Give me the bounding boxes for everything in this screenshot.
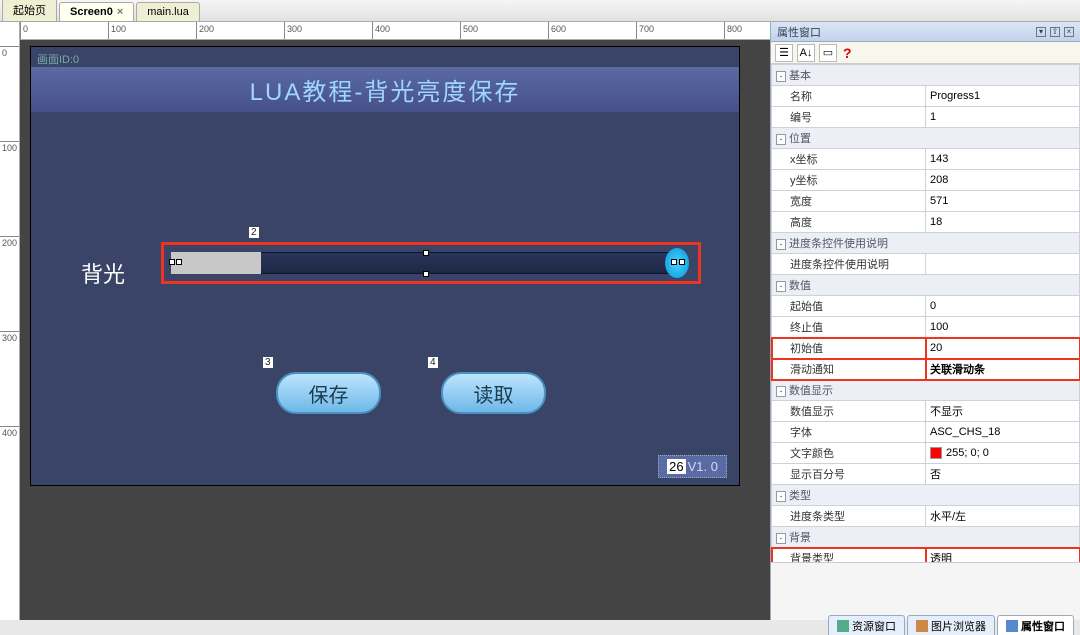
close-icon[interactable]: ×	[1064, 27, 1074, 37]
properties-title-text: 属性窗口	[777, 24, 821, 40]
marker-2: 2	[249, 227, 259, 238]
collapse-icon[interactable]: -	[776, 71, 786, 82]
collapse-icon[interactable]: -	[776, 491, 786, 502]
vertical-ruler: 0100200300400	[0, 22, 20, 620]
properties-description	[771, 562, 1080, 620]
horizontal-ruler: 0100200300400500600700800	[20, 22, 770, 40]
properties-panel: 属性窗口 ▾ ⇧ × ☰ A↓ ▭ ? -基本 名称Progress1 编号1 …	[770, 22, 1080, 620]
footer-version: 26V1. 0	[658, 455, 727, 478]
bottom-tab-resources[interactable]: 资源窗口	[828, 615, 905, 635]
group-type[interactable]: -类型	[772, 485, 1080, 506]
pin-icon[interactable]: ⇧	[1050, 27, 1060, 37]
save-button[interactable]: 保存	[276, 372, 381, 414]
prop-w-key: 宽度	[772, 191, 926, 212]
screen-title: LUA教程-背光亮度保存	[31, 67, 739, 112]
close-icon[interactable]: ×	[117, 6, 123, 18]
backlight-label: 背光	[81, 257, 125, 289]
categorize-icon[interactable]: ☰	[775, 44, 793, 62]
prop-font-key: 字体	[772, 422, 926, 443]
screen-id-label: 画面ID:0	[37, 51, 79, 67]
prop-instr-key: 进度条控件使用说明	[772, 254, 926, 275]
group-bg[interactable]: -背景	[772, 527, 1080, 548]
prop-slidenotify-key: 滑动通知	[772, 359, 926, 380]
prop-start-key: 起始值	[772, 296, 926, 317]
properties-panel-title: 属性窗口 ▾ ⇧ ×	[771, 22, 1080, 42]
prop-textcolor-key: 文字颜色	[772, 443, 926, 464]
read-button[interactable]: 读取	[441, 372, 546, 414]
collapse-icon[interactable]: -	[776, 239, 786, 250]
help-icon[interactable]: ?	[843, 45, 852, 61]
prop-y-value[interactable]: 208	[926, 170, 1080, 191]
group-position[interactable]: -位置	[772, 128, 1080, 149]
properties-icon	[1006, 620, 1018, 632]
collapse-icon[interactable]: -	[776, 281, 786, 292]
prop-bgtype-value[interactable]: 透明	[926, 548, 1080, 563]
prop-name-value[interactable]: Progress1	[926, 86, 1080, 107]
prop-bgtype-key: 背景类型	[772, 548, 926, 563]
prop-instr-value[interactable]	[926, 254, 1080, 275]
highlight-overlay	[161, 242, 701, 284]
properties-grid[interactable]: -基本 名称Progress1 编号1 -位置 x坐标143 y坐标208 宽度…	[771, 64, 1080, 562]
prop-end-value[interactable]: 100	[926, 317, 1080, 338]
color-swatch	[930, 447, 942, 459]
group-value[interactable]: -数值	[772, 275, 1080, 296]
collapse-icon[interactable]: -	[776, 533, 786, 544]
footer-num: 26	[667, 459, 685, 474]
image-browser-icon	[916, 620, 928, 632]
prop-percent-key: 显示百分号	[772, 464, 926, 485]
footer-version-text: V1. 0	[688, 459, 718, 474]
marker-4: 4	[428, 357, 438, 368]
prop-slidenotify-value[interactable]: 关联滑动条	[926, 359, 1080, 380]
prop-id-value[interactable]: 1	[926, 107, 1080, 128]
group-display[interactable]: -数值显示	[772, 380, 1080, 401]
prop-start-value[interactable]: 0	[926, 296, 1080, 317]
prop-init-value[interactable]: 20	[926, 338, 1080, 359]
bottom-tab-properties[interactable]: 属性窗口	[997, 615, 1074, 635]
prop-end-key: 终止值	[772, 317, 926, 338]
prop-h-key: 高度	[772, 212, 926, 233]
tab-screen0-label: Screen0	[70, 6, 113, 18]
prop-w-value[interactable]: 571	[926, 191, 1080, 212]
group-basic[interactable]: -基本	[772, 65, 1080, 86]
collapse-icon[interactable]: -	[776, 386, 786, 397]
prop-name-key: 名称	[772, 86, 926, 107]
screen-canvas[interactable]: 画面ID:0 LUA教程-背光亮度保存 背光 2 3 4 保存 读取	[30, 46, 740, 486]
prop-y-key: y坐标	[772, 170, 926, 191]
prop-bartype-value[interactable]: 水平/左	[926, 506, 1080, 527]
tab-screen0[interactable]: Screen0 ×	[59, 2, 134, 21]
prop-x-value[interactable]: 143	[926, 149, 1080, 170]
prop-bartype-key: 进度条类型	[772, 506, 926, 527]
prop-percent-value[interactable]: 否	[926, 464, 1080, 485]
props-page-icon[interactable]: ▭	[819, 44, 837, 62]
sort-icon[interactable]: A↓	[797, 44, 815, 62]
pin-icon[interactable]: ▾	[1036, 27, 1046, 37]
marker-3: 3	[263, 357, 273, 368]
tab-main-lua[interactable]: main.lua	[136, 2, 200, 21]
prop-disp-key: 数值显示	[772, 401, 926, 422]
prop-h-value[interactable]: 18	[926, 212, 1080, 233]
tab-strip: 起始页 Screen0 × main.lua	[0, 0, 1080, 22]
group-instr[interactable]: -进度条控件使用说明	[772, 233, 1080, 254]
design-canvas-area: 0100200300400500600700800 画面ID:0 LUA教程-背…	[20, 22, 770, 620]
prop-x-key: x坐标	[772, 149, 926, 170]
prop-id-key: 编号	[772, 107, 926, 128]
prop-init-key: 初始值	[772, 338, 926, 359]
prop-disp-value[interactable]: 不显示	[926, 401, 1080, 422]
tab-start[interactable]: 起始页	[2, 0, 57, 21]
prop-font-value[interactable]: ASC_CHS_18	[926, 422, 1080, 443]
collapse-icon[interactable]: -	[776, 134, 786, 145]
resources-icon	[837, 620, 849, 632]
bottom-tab-image-browser[interactable]: 图片浏览器	[907, 615, 995, 635]
bottom-tab-strip: 资源窗口 图片浏览器 属性窗口	[828, 615, 1074, 635]
prop-textcolor-value[interactable]: 255; 0; 0	[926, 443, 1080, 464]
properties-toolbar: ☰ A↓ ▭ ?	[771, 42, 1080, 64]
